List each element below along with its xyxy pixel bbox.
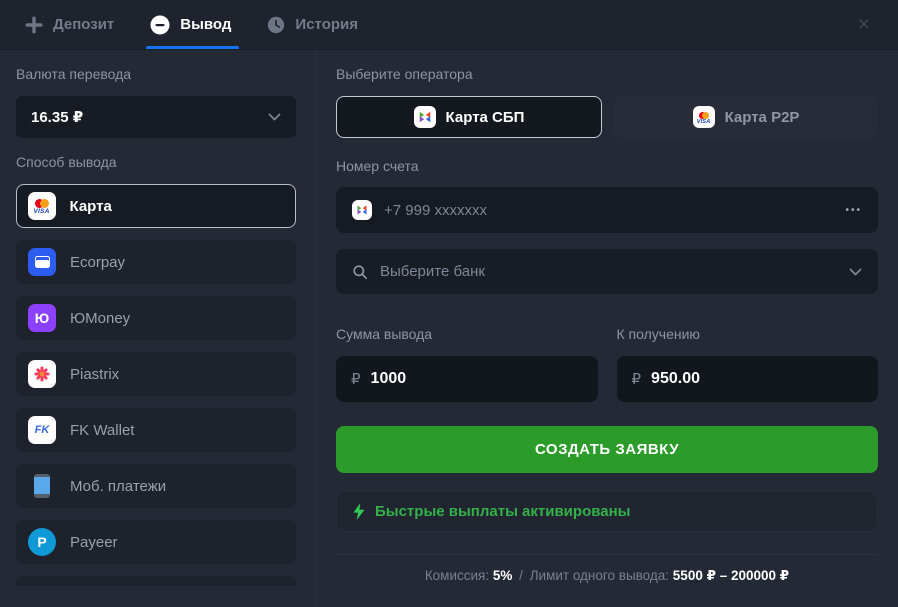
mobile-phone-icon <box>28 472 56 500</box>
lightning-icon <box>352 503 366 520</box>
receive-label: К получению <box>617 326 879 343</box>
clock-icon <box>267 16 285 34</box>
limits-footer: Комиссия: 5% / Лимит одного вывода: 5500… <box>336 555 878 584</box>
method-fk-wallet[interactable]: FK FK Wallet <box>16 408 296 452</box>
receive-value: 950.00 <box>651 370 700 388</box>
method-yoomoney[interactable]: Ю ЮMoney <box>16 296 296 340</box>
footer-separator: / <box>519 568 523 583</box>
operator-label: Выберите оператора <box>336 66 878 83</box>
method-label-text: Piastrix <box>70 366 119 383</box>
operator-label-text: Карта СБП <box>446 109 525 126</box>
fast-payouts-banner: Быстрые выплаты активированы <box>336 491 878 532</box>
method-label-text: Payeer <box>70 534 118 551</box>
tab-bar: Депозит Вывод История <box>25 0 358 49</box>
method-partial-row[interactable] <box>16 576 296 586</box>
tab-history[interactable]: История <box>267 0 358 49</box>
commission-value: 5% <box>493 568 513 583</box>
ruble-symbol: ₽ <box>351 370 361 388</box>
withdrawal-modal: Депозит Вывод История × Валюта перевода <box>0 0 898 607</box>
visa-mastercard-icon: VISA <box>693 106 715 128</box>
yoomoney-icon: Ю <box>28 304 56 332</box>
close-icon[interactable]: × <box>854 10 874 39</box>
phone-number-input[interactable]: +7 999 xxxxxxx ••• <box>336 187 878 233</box>
amount-label: Сумма вывода <box>336 326 598 343</box>
method-label-text: FK Wallet <box>70 422 134 439</box>
operator-group: Карта СБП VISA Карта P2P <box>336 96 878 138</box>
create-request-button[interactable]: СОЗДАТЬ ЗАЯВКУ <box>336 426 878 473</box>
fast-payouts-text: Быстрые выплаты активированы <box>375 503 630 520</box>
plus-icon <box>25 16 43 34</box>
phone-placeholder: +7 999 xxxxxxx <box>384 202 487 219</box>
withdrawal-amount-input[interactable]: ₽ 1000 <box>336 356 598 402</box>
amount-row: Сумма вывода ₽ 1000 К получению ₽ 950.00 <box>336 326 878 402</box>
payeer-icon: P <box>28 528 56 556</box>
limit-label: Лимит одного вывода: <box>530 568 669 583</box>
tab-withdrawal[interactable]: Вывод <box>150 0 231 49</box>
bank-select[interactable]: Выберите банк <box>336 249 878 294</box>
withdrawal-form: Выберите оператора Карта СБП <box>316 50 898 607</box>
operator-p2p-card-button[interactable]: VISA Карта P2P <box>614 96 878 138</box>
method-list: VISA Карта Ecorpay Ю ЮMoney <box>16 184 296 586</box>
limit-value: 5500 ₽ – 200000 ₽ <box>673 568 789 583</box>
method-label-text: Ecorpay <box>70 254 125 271</box>
chevron-down-icon <box>849 268 862 276</box>
chevron-down-icon <box>268 113 281 121</box>
active-tab-underline <box>146 46 239 49</box>
currency-select[interactable]: 16.35 ₽ <box>16 96 296 138</box>
piastrix-icon <box>28 360 56 388</box>
method-label: Способ вывода <box>16 154 296 171</box>
receive-column: К получению ₽ 950.00 <box>617 326 879 402</box>
method-ecorpay[interactable]: Ecorpay <box>16 240 296 284</box>
operator-label-text: Карта P2P <box>725 109 800 126</box>
commission-label: Комиссия: <box>425 568 489 583</box>
operator-sbp-card-button[interactable]: Карта СБП <box>336 96 602 138</box>
modal-body: Валюта перевода 16.35 ₽ Способ вывода VI… <box>0 50 898 607</box>
tab-deposit[interactable]: Депозит <box>25 0 114 49</box>
tab-withdrawal-label: Вывод <box>180 16 231 33</box>
receive-amount-input[interactable]: ₽ 950.00 <box>617 356 879 402</box>
sbp-icon <box>352 200 372 220</box>
method-mobile[interactable]: Моб. платежи <box>16 464 296 508</box>
modal-header: Депозит Вывод История × <box>0 0 898 50</box>
method-label-text: Моб. платежи <box>70 478 166 495</box>
method-card[interactable]: VISA Карта <box>16 184 296 228</box>
minus-circle-icon <box>150 15 170 35</box>
sbp-icon <box>414 106 436 128</box>
fk-wallet-icon: FK <box>28 416 56 444</box>
sidebar: Валюта перевода 16.35 ₽ Способ вывода VI… <box>0 50 316 607</box>
currency-label: Валюта перевода <box>16 66 296 83</box>
more-options-icon[interactable]: ••• <box>845 205 862 216</box>
tab-deposit-label: Депозит <box>53 16 114 33</box>
currency-value: 16.35 ₽ <box>31 108 83 126</box>
visa-mastercard-icon: VISA <box>28 192 56 220</box>
ecorpay-icon <box>28 248 56 276</box>
method-payeer[interactable]: P Payeer <box>16 520 296 564</box>
method-label-text: ЮMoney <box>70 310 130 327</box>
method-piastrix[interactable]: Piastrix <box>16 352 296 396</box>
search-icon <box>352 264 368 280</box>
ruble-symbol: ₽ <box>632 370 642 388</box>
tab-history-label: История <box>295 16 358 33</box>
method-label-text: Карта <box>70 198 112 215</box>
bank-placeholder: Выберите банк <box>380 263 485 280</box>
account-label: Номер счета <box>336 158 878 175</box>
amount-value: 1000 <box>371 370 407 388</box>
amount-column: Сумма вывода ₽ 1000 <box>336 326 598 402</box>
